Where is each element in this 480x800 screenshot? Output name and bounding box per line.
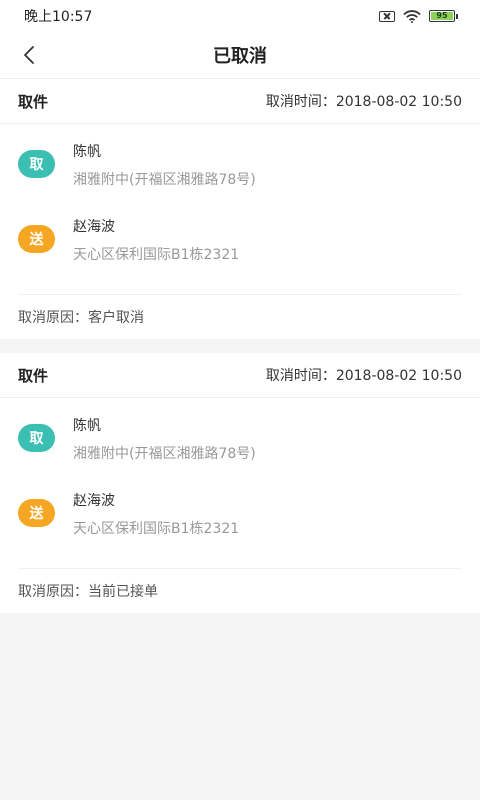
order-card-header: 取件 取消时间：2018-08-02 10:50 [0,79,480,124]
delivery-address: 天心区保利国际B1栋2321 [73,247,240,263]
pickup-row: 取 陈帆 湘雅附中(开福区湘雅路78号) [0,138,480,213]
delivery-row: 送 赵海波 天心区保利国际B1栋2321 [0,487,480,562]
pickup-address: 湘雅附中(开福区湘雅路78号) [73,172,256,188]
cancel-reason: 取消原因：客户取消 [18,294,462,339]
order-card[interactable]: 取件 取消时间：2018-08-02 10:50 取 陈帆 湘雅附中(开福区湘雅… [0,353,480,613]
delivery-badge: 送 [18,225,55,253]
pickup-name: 陈帆 [73,144,101,160]
order-card-header: 取件 取消时间：2018-08-02 10:50 [0,353,480,398]
pickup-row: 取 陈帆 湘雅附中(开福区湘雅路78号) [0,412,480,487]
address-list: 取 陈帆 湘雅附中(开福区湘雅路78号) 送 赵海波 天心区保利国际B1栋232… [0,398,480,568]
delivery-name: 赵海波 [73,493,115,509]
address-list: 取 陈帆 湘雅附中(开福区湘雅路78号) 送 赵海波 天心区保利国际B1栋232… [0,124,480,294]
delivery-row: 送 赵海波 天心区保利国际B1栋2321 [0,213,480,288]
delivery-address: 天心区保利国际B1栋2321 [73,521,240,537]
status-icons: 95 [379,9,458,23]
wifi-icon [403,9,421,23]
cancel-time: 取消时间：2018-08-02 10:50 [265,94,462,110]
order-type: 取件 [18,92,49,111]
battery-icon: 95 [429,10,458,22]
nav-bar: 已取消 [0,32,480,79]
battery-level: 95 [431,12,453,20]
chevron-left-icon [24,46,34,64]
delivery-badge: 送 [18,499,55,527]
cancel-reason: 取消原因：当前已接单 [18,568,462,613]
status-time: 晚上10:57 [24,9,93,25]
back-button[interactable] [14,32,44,78]
close-box-icon [379,10,395,22]
order-card[interactable]: 取件 取消时间：2018-08-02 10:50 取 陈帆 湘雅附中(开福区湘雅… [0,79,480,339]
page-title: 已取消 [213,46,267,67]
pickup-badge: 取 [18,150,55,178]
delivery-name: 赵海波 [73,219,115,235]
status-bar: 晚上10:57 95 [0,0,480,32]
pickup-address: 湘雅附中(开福区湘雅路78号) [73,446,256,462]
cancel-time: 取消时间：2018-08-02 10:50 [265,368,462,384]
pickup-badge: 取 [18,424,55,452]
pickup-name: 陈帆 [73,418,101,434]
order-type: 取件 [18,366,49,385]
